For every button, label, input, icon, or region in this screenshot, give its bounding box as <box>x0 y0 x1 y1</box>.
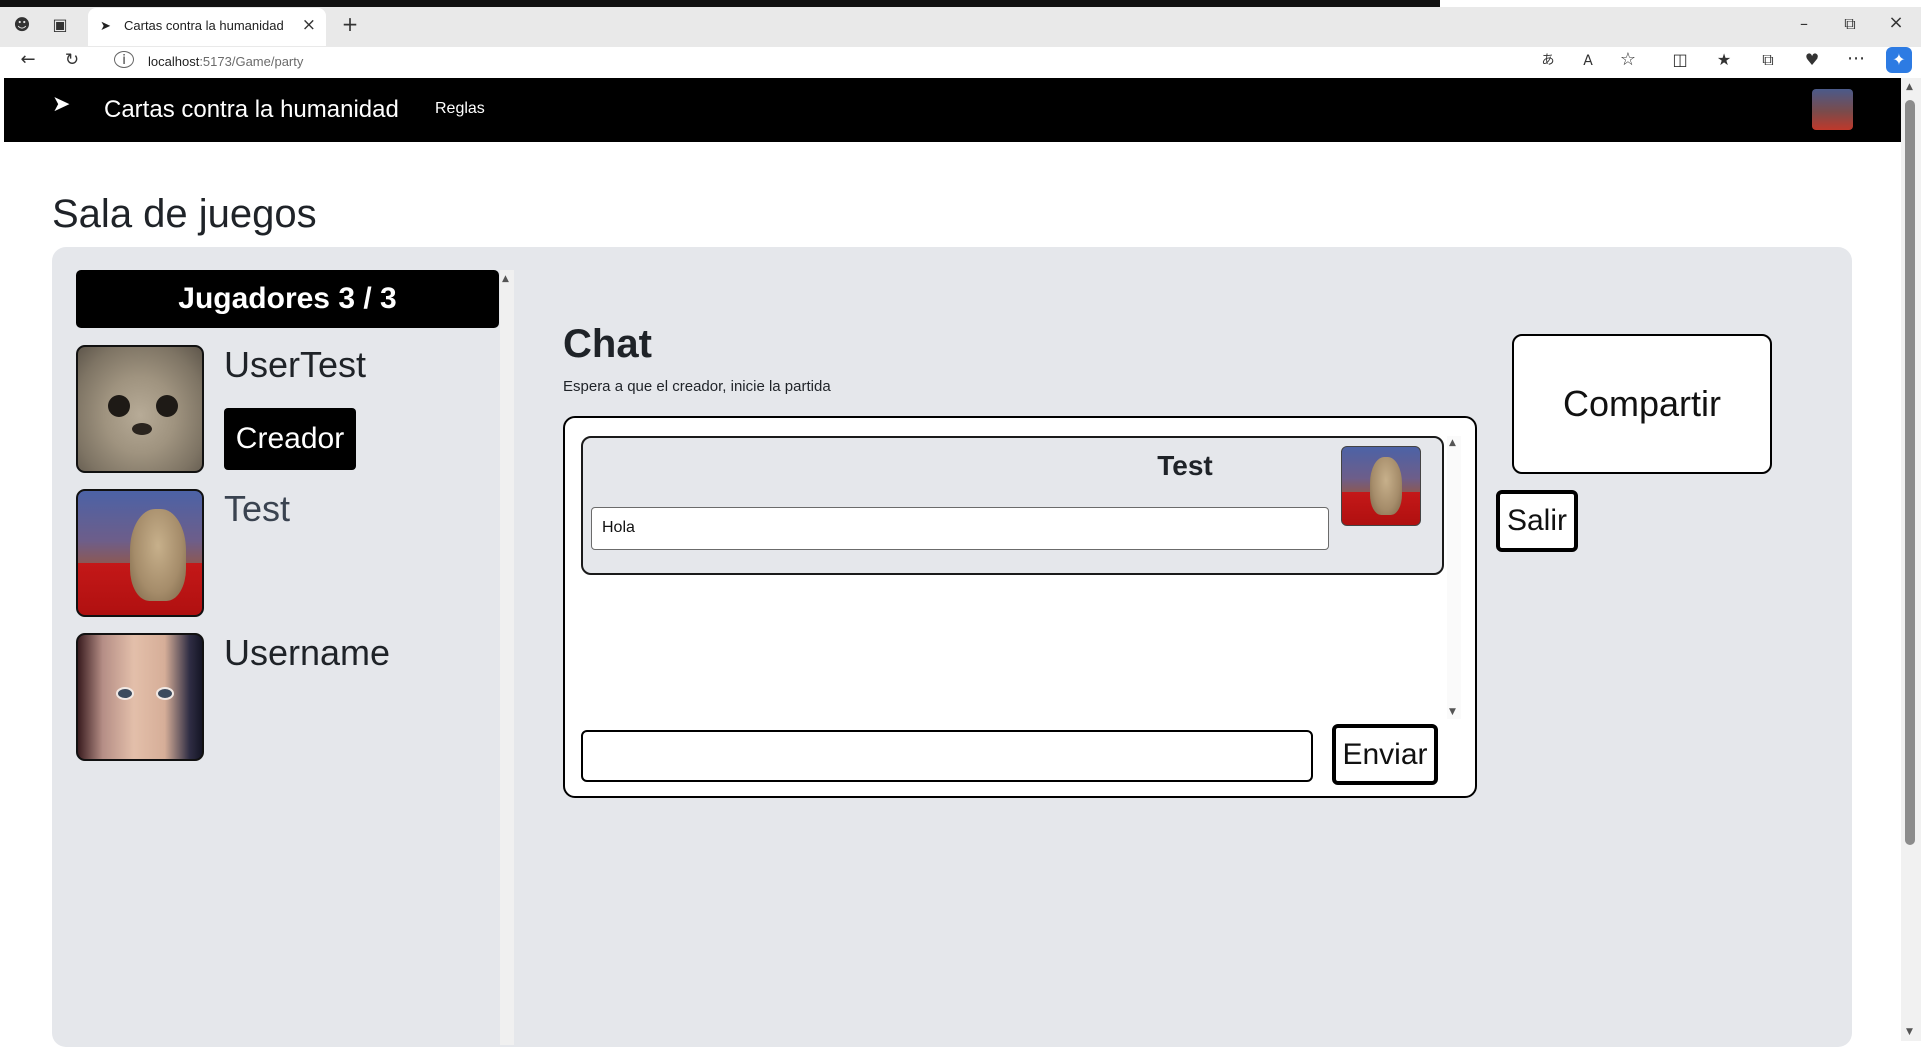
player-name: UserTest <box>224 344 367 385</box>
player-name: Username <box>224 632 391 673</box>
url-host: localhost <box>148 54 200 69</box>
site-info-icon[interactable]: i <box>114 51 134 68</box>
browser-essentials-icon[interactable]: ♥ <box>1800 50 1824 70</box>
reload-icon[interactable]: ↻ <box>60 50 84 70</box>
message-author: Test <box>1157 450 1213 481</box>
face-eye <box>156 687 174 700</box>
tab-favicon-icon: ➤ <box>100 19 111 34</box>
message-text: Hola <box>591 507 1329 550</box>
message-author-avatar <box>1341 446 1421 526</box>
brand-title[interactable]: Cartas contra la humanidad <box>104 96 399 124</box>
chat-scrollbar[interactable]: ▲ ▼ <box>1447 436 1461 719</box>
tab-close-icon[interactable]: × <box>302 15 316 35</box>
user-avatar[interactable] <box>1812 89 1853 130</box>
chat-message-card <box>581 436 1444 575</box>
scroll-down-arrow-icon[interactable]: ▼ <box>1449 707 1456 717</box>
new-tab-icon[interactable]: + <box>338 14 362 34</box>
page-loading-bar <box>0 0 1440 7</box>
browser-tab[interactable]: ➤ Cartas contra la humanidad × <box>88 8 326 46</box>
player-avatar <box>76 345 204 473</box>
more-menu-icon[interactable]: ⋯ <box>1844 49 1868 69</box>
copilot-icon[interactable]: ✦ <box>1886 47 1912 73</box>
face-eye <box>116 687 134 700</box>
restore-icon[interactable]: ⧉ <box>1838 14 1862 34</box>
player-name: Test <box>224 488 291 529</box>
back-icon[interactable]: ← <box>16 50 40 70</box>
exit-button[interactable]: Salir <box>1496 490 1578 552</box>
share-button[interactable]: Compartir <box>1512 334 1772 474</box>
window-close-icon[interactable]: × <box>1884 13 1908 33</box>
page-scrollbar-thumb[interactable] <box>1905 100 1915 845</box>
profile-icon[interactable]: ☻ <box>10 15 34 35</box>
page-title: Sala de juegos <box>52 192 317 236</box>
chat-status-text: Espera a que el creador, inicie la parti… <box>563 378 831 395</box>
translate-icon[interactable]: あ <box>1536 51 1560 71</box>
split-screen-icon[interactable]: ◫ <box>1668 50 1692 70</box>
brand-logo-icon[interactable]: ➤ <box>52 92 86 122</box>
read-aloud-icon[interactable]: A <box>1576 51 1600 71</box>
seal-eye <box>108 395 130 417</box>
gopher-figure <box>1370 457 1402 515</box>
seal-eye <box>156 395 178 417</box>
tab-title: Cartas contra la humanidad <box>124 18 284 33</box>
gopher-figure <box>130 509 186 601</box>
player-avatar <box>76 633 204 761</box>
url-path: :5173/Game/party <box>199 54 304 69</box>
favorite-star-icon[interactable]: ☆ <box>1616 50 1640 70</box>
scroll-down-arrow-icon[interactable]: ▼ <box>1906 1027 1913 1037</box>
url-field[interactable]: localhost:5173/Game/party <box>148 49 1528 75</box>
player-avatar <box>76 489 204 617</box>
players-header: Jugadores 3 / 3 <box>76 270 499 328</box>
collections-icon[interactable]: ⧉ <box>1756 50 1780 70</box>
chat-message-input[interactable] <box>581 730 1313 782</box>
scroll-up-arrow-icon[interactable]: ▲ <box>1449 438 1456 448</box>
seal-nose <box>132 423 152 435</box>
scroll-up-arrow-icon[interactable]: ▲ <box>502 274 509 284</box>
players-scrollbar[interactable]: ▲ <box>500 270 514 1045</box>
creator-badge: Creador <box>224 408 356 470</box>
send-button[interactable]: Enviar <box>1332 724 1438 785</box>
favorites-icon[interactable]: ★ <box>1712 50 1736 70</box>
chat-title: Chat <box>563 322 652 366</box>
minimize-icon[interactable]: – <box>1792 14 1816 34</box>
nav-link-rules[interactable]: Reglas <box>435 100 485 118</box>
scroll-up-arrow-icon[interactable]: ▲ <box>1906 82 1913 92</box>
tab-actions-icon[interactable]: ▣ <box>48 15 72 35</box>
